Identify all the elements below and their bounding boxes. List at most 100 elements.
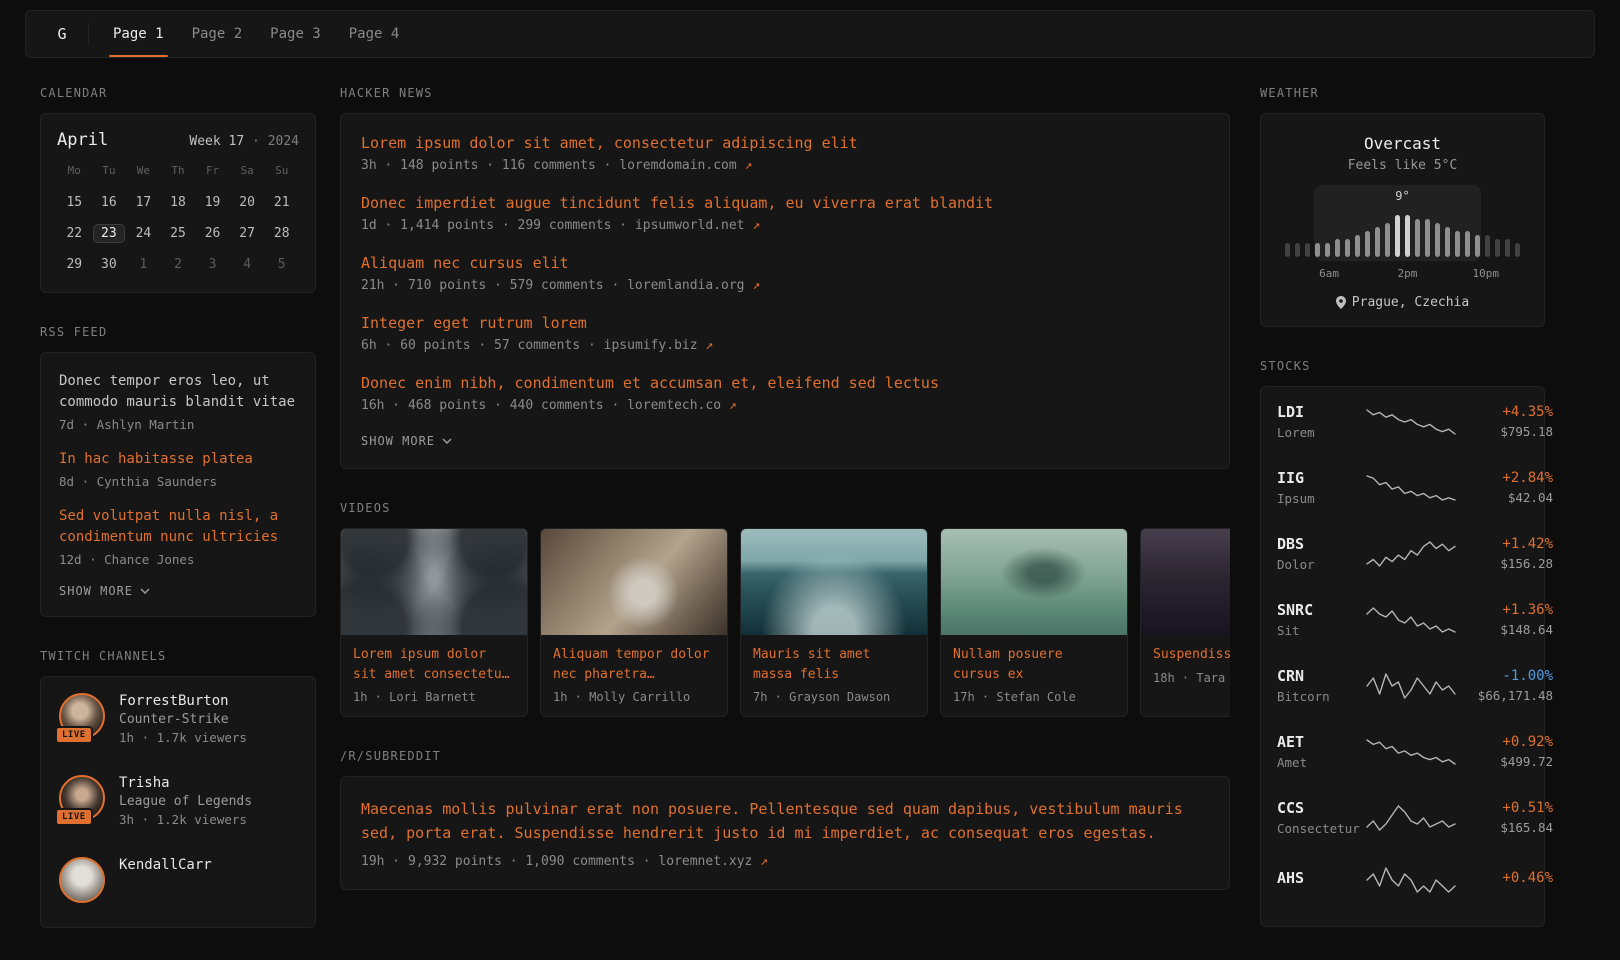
- stock-info: CRNBitcorn: [1277, 667, 1365, 704]
- calendar-date: 23: [92, 218, 127, 249]
- rss-show-more-button[interactable]: SHOW MORE: [59, 584, 297, 598]
- video-title[interactable]: Nullam posuere cursus ex: [941, 635, 1127, 688]
- stock-row: IIGIpsum+2.84%$42.04: [1277, 469, 1528, 506]
- section-title-videos: VIDEOS: [340, 501, 1230, 515]
- stock-sparkline: [1365, 737, 1457, 767]
- calendar-date: 27: [230, 218, 265, 249]
- calendar-date-label: 5: [278, 257, 286, 272]
- stock-ticker[interactable]: AET: [1277, 733, 1365, 751]
- twitch-channel-name[interactable]: ForrestBurton: [119, 693, 247, 709]
- video-thumbnail[interactable]: [541, 529, 727, 635]
- calendar-month: April: [57, 130, 108, 150]
- hn-item-title[interactable]: Donec imperdiet augue tincidunt felis al…: [361, 194, 1209, 212]
- twitch-channel-name[interactable]: Trisha: [119, 775, 252, 791]
- hn-item-link[interactable]: loremlandia.org ↗: [627, 278, 760, 293]
- hn-item-link[interactable]: loremtech.co ↗: [627, 398, 737, 413]
- video-card[interactable]: Mauris sit amet massa felis7h · Grayson …: [740, 528, 928, 717]
- hn-item-domain: ipsumify.biz: [604, 338, 706, 353]
- external-link-icon: ↗: [705, 338, 713, 353]
- weather-chart: 9°: [1285, 193, 1520, 257]
- calendar-date-label: 25: [170, 226, 186, 241]
- weather-time-label: 2pm: [1397, 267, 1417, 280]
- tab-page-4[interactable]: Page 4: [335, 11, 414, 57]
- calendar-date-label: 2: [174, 257, 182, 272]
- twitch-channel-info: Trisha League of Legends 3h · 1.2k viewers: [119, 775, 252, 827]
- video-card[interactable]: Suspendisse diam18h · Tara: [1140, 528, 1230, 717]
- calendar-week-label: Week 17 · 2024: [189, 134, 299, 149]
- videos-row: Lorem ipsum dolor sit amet consectetu…1h…: [340, 528, 1230, 717]
- twitch-channel-game[interactable]: League of Legends: [119, 794, 252, 809]
- twitch-avatar[interactable]: [59, 857, 105, 903]
- hn-item-link[interactable]: loremdomain.com ↗: [619, 158, 752, 173]
- weather-card: Overcast Feels like 5°C 9° 6am2pm10pm Pr…: [1260, 113, 1545, 327]
- stock-name: Lorem: [1277, 425, 1365, 440]
- video-title[interactable]: Mauris sit amet massa felis: [741, 635, 927, 688]
- video-thumbnail[interactable]: [741, 529, 927, 635]
- twitch-list: LIVEForrestBurtonCounter-Strike1h · 1.7k…: [59, 693, 297, 903]
- tab-page-2[interactable]: Page 2: [178, 11, 257, 57]
- stock-spark-wrap: [1365, 407, 1457, 437]
- twitch-channel-name[interactable]: KendallCarr: [119, 857, 212, 873]
- subreddit-post-link[interactable]: loremnet.xyz ↗: [658, 854, 768, 869]
- stock-ticker[interactable]: LDI: [1277, 403, 1365, 421]
- rss-item: In hac habitasse platea8d · Cynthia Saun…: [59, 449, 297, 489]
- video-thumbnail[interactable]: [1141, 529, 1230, 635]
- weather-location-label: Prague, Czechia: [1352, 295, 1469, 310]
- hn-item-stats: 16h · 468 points · 440 comments ·: [361, 398, 627, 413]
- hn-item-title[interactable]: Donec enim nibh, condimentum et accumsan…: [361, 374, 1209, 392]
- subreddit-card: Maecenas mollis pulvinar erat non posuer…: [340, 776, 1230, 890]
- stock-info: SNRCSit: [1277, 601, 1365, 638]
- calendar-date: 1: [126, 249, 161, 280]
- stock-ticker[interactable]: SNRC: [1277, 601, 1365, 619]
- hn-item-title[interactable]: Lorem ipsum dolor sit amet, consectetur …: [361, 134, 1209, 152]
- twitch-channel-game[interactable]: Counter-Strike: [119, 712, 247, 727]
- stock-ticker[interactable]: CRN: [1277, 667, 1365, 685]
- twitch-channel: LIVE Trisha League of Legends 3h · 1.2k vie…: [59, 775, 297, 827]
- video-title[interactable]: Aliquam tempor dolor nec pharetra…: [541, 635, 727, 688]
- video-title[interactable]: Lorem ipsum dolor sit amet consectetu…: [341, 635, 527, 688]
- subreddit-post-title[interactable]: Maecenas mollis pulvinar erat non posuer…: [361, 797, 1209, 845]
- stock-sparkline: [1365, 865, 1457, 895]
- rss-item-title[interactable]: Donec tempor eros leo, ut commodo mauris…: [59, 371, 297, 413]
- stocks-card: LDILorem+4.35%$795.18IIGIpsum+2.84%$42.0…: [1260, 386, 1545, 927]
- video-card[interactable]: Aliquam tempor dolor nec pharetra…1h · M…: [540, 528, 728, 717]
- app-logo[interactable]: G: [36, 11, 88, 57]
- video-thumbnail[interactable]: [341, 529, 527, 635]
- rss-item-title[interactable]: In hac habitasse platea: [59, 449, 297, 470]
- hn-show-more-button[interactable]: SHOW MORE: [361, 434, 1209, 448]
- hn-item-title[interactable]: Integer eget rutrum lorem: [361, 314, 1209, 332]
- stock-spark-wrap: [1365, 605, 1457, 635]
- weather-times: 6am2pm10pm: [1285, 267, 1520, 281]
- calendar-date: 18: [161, 187, 196, 218]
- rss-item: Sed volutpat nulla nisl, a condimentum n…: [59, 506, 297, 567]
- video-title[interactable]: Suspendisse diam: [1141, 635, 1230, 669]
- calendar-date-label: 22: [66, 226, 82, 241]
- stock-ticker[interactable]: IIG: [1277, 469, 1365, 487]
- hn-item-link[interactable]: ipsumworld.net ↗: [635, 218, 760, 233]
- stock-spark-wrap: [1365, 539, 1457, 569]
- logo-divider: [88, 23, 89, 45]
- stock-spark-wrap: [1365, 737, 1457, 767]
- video-thumbnail[interactable]: [941, 529, 1127, 635]
- tab-page-1[interactable]: Page 1: [99, 11, 178, 57]
- rss-item-title[interactable]: Sed volutpat nulla nisl, a condimentum n…: [59, 506, 297, 548]
- weather-time-label: 6am: [1319, 267, 1339, 280]
- video-card[interactable]: Lorem ipsum dolor sit amet consectetu…1h…: [340, 528, 528, 717]
- twitch-channel: KendallCarr: [59, 857, 297, 903]
- weather-bar: [1425, 219, 1430, 257]
- twitch-avatar[interactable]: LIVE: [59, 775, 105, 821]
- twitch-channel-meta: 3h · 1.2k viewers: [119, 812, 252, 827]
- stock-ticker[interactable]: CCS: [1277, 799, 1365, 817]
- videos-section: VIDEOS Lorem ipsum dolor sit amet consec…: [340, 501, 1230, 717]
- video-card[interactable]: Nullam posuere cursus ex17h · Stefan Col…: [940, 528, 1128, 717]
- tab-page-3[interactable]: Page 3: [256, 11, 335, 57]
- tab-bar: Page 1Page 2Page 3Page 4: [99, 11, 413, 57]
- twitch-avatar[interactable]: LIVE: [59, 693, 105, 739]
- stocks-section: STOCKS LDILorem+4.35%$795.18IIGIpsum+2.8…: [1260, 359, 1545, 927]
- stock-ticker[interactable]: DBS: [1277, 535, 1365, 553]
- stock-ticker[interactable]: AHS: [1277, 869, 1365, 887]
- subreddit-post-domain: loremnet.xyz: [658, 854, 752, 869]
- calendar-date-label: 16: [101, 195, 117, 210]
- hn-item-link[interactable]: ipsumify.biz ↗: [604, 338, 714, 353]
- hn-item-title[interactable]: Aliquam nec cursus elit: [361, 254, 1209, 272]
